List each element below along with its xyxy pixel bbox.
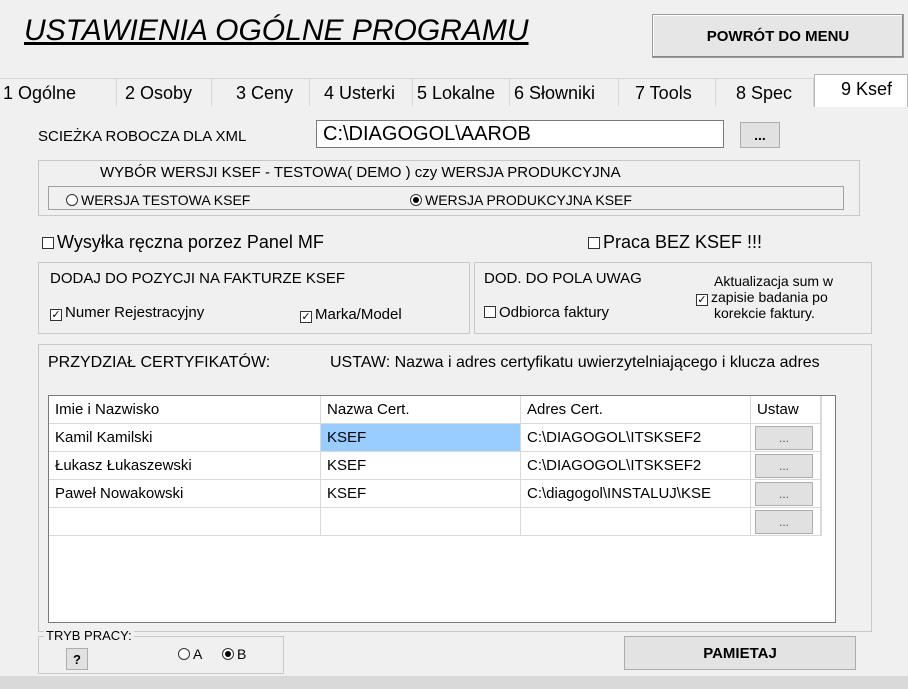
brand-model-check-icon: ✓ (300, 311, 312, 323)
xml-path-label: SCIEŻKA ROBOCZA DLA XML (38, 128, 247, 145)
brand-model-checkbox[interactable]: ✓ Marka/Model (300, 306, 402, 323)
xml-path-input[interactable]: C:\DIAGOGOL\AAROB (316, 120, 724, 148)
radio-test-label: WERSJA TESTOWA KSEF (81, 192, 251, 208)
table-row-address[interactable]: C:\DIAGOGOL\ITSKSEF2 (521, 452, 751, 480)
tab-faults[interactable]: 4 Usterki (310, 78, 413, 106)
help-button[interactable]: ? (66, 648, 88, 670)
manual-send-checkbox[interactable]: Wysyłka ręczna porzez Panel MF (42, 232, 324, 253)
radio-mode-a[interactable]: A (178, 646, 202, 662)
tab-ksef[interactable]: 9 Ksef (814, 74, 908, 107)
radio-prod-label: WERSJA PRODUKCYJNA KSEF (425, 192, 632, 208)
tab-dictionaries[interactable]: 6 Słowniki (510, 78, 619, 106)
radio-mode-b[interactable]: B (222, 646, 246, 662)
table-row-name[interactable] (49, 508, 321, 536)
no-ksef-checkbox[interactable]: Praca BEZ KSEF !!! (588, 232, 762, 253)
tab-spec[interactable]: 8 Spec (716, 78, 814, 106)
table-row-name[interactable]: Kamil Kamilski (49, 424, 321, 452)
table-row-address[interactable] (521, 508, 751, 536)
recipient-check-icon (484, 306, 496, 318)
browse-xml-path-button[interactable]: ... (740, 122, 780, 148)
set-cert-button[interactable]: ... (755, 510, 813, 534)
version-group-title: WYBÓR WERSJI KSEF - TESTOWA( DEMO ) czy … (100, 164, 621, 181)
radio-test-icon (66, 194, 78, 206)
table-row-address[interactable]: C:\diagogol\INSTALUJ\KSE (521, 480, 751, 508)
radio-mode-b-label: B (237, 646, 247, 662)
back-to-menu-button[interactable]: POWRÓT DO MENU (652, 14, 904, 58)
tab-local[interactable]: 5 Lokalne (413, 78, 510, 106)
tab-general[interactable]: 1 Ogólne (0, 78, 117, 106)
update-sums-checkbox[interactable]: ✓ zapisie badania po (696, 289, 828, 306)
table-right-divider (821, 396, 822, 536)
add-to-invoice-title: DODAJ DO POZYCJI NA FAKTURZE KSEF (50, 270, 346, 287)
notes-title: DOD. DO POLA UWAG (484, 270, 642, 287)
tab-prices[interactable]: 3 Ceny (212, 78, 310, 106)
table-row-name[interactable]: Łukasz Łukaszewski (49, 452, 321, 480)
table-row-cert[interactable]: KSEF (321, 424, 521, 452)
update-sums-line1: Aktualizacja sum w (714, 273, 834, 289)
certificates-label: PRZYDZIAŁ CERTYFIKATÓW: (48, 354, 271, 371)
update-sums-check-icon: ✓ (696, 294, 708, 306)
save-button[interactable]: PAMIETAJ (624, 636, 856, 670)
manual-send-label: Wysyłka ręczna porzez Panel MF (57, 232, 324, 252)
brand-model-label: Marka/Model (315, 306, 402, 323)
update-sums-line3: korekcie faktury. (714, 305, 815, 321)
radio-mode-a-icon (178, 648, 190, 660)
table-row-cert[interactable]: KSEF (321, 452, 521, 480)
bottom-strip (0, 676, 908, 689)
page-title: USTAWIENIA OGÓLNE PROGRAMU (24, 14, 529, 47)
radio-test-version[interactable]: WERSJA TESTOWA KSEF (66, 192, 250, 208)
col-header-address: Adres Cert. (521, 396, 751, 424)
certificates-hint: USTAW: Nazwa i adres certyfikatu uwierzy… (330, 354, 820, 371)
reg-number-label: Numer Rejestracyjny (65, 304, 205, 321)
col-header-set: Ustaw (751, 396, 821, 424)
set-cert-button[interactable]: ... (755, 426, 813, 450)
set-cert-button[interactable]: ... (755, 454, 813, 478)
reg-number-check-icon: ✓ (50, 309, 62, 321)
manual-send-check-icon (42, 237, 54, 249)
table-row-cert[interactable]: KSEF (321, 480, 521, 508)
tab-persons[interactable]: 2 Osoby (117, 78, 212, 106)
radio-mode-b-icon (222, 648, 234, 660)
table-row-cert[interactable] (321, 508, 521, 536)
set-cert-button[interactable]: ... (755, 482, 813, 506)
radio-prod-version[interactable]: WERSJA PRODUKCYJNA KSEF (410, 192, 632, 208)
certificates-table: Imie i Nazwisko Nazwa Cert. Adres Cert. … (48, 395, 836, 623)
tab-tools[interactable]: 7 Tools (619, 78, 716, 106)
table-row-name[interactable]: Paweł Nowakowski (49, 480, 321, 508)
reg-number-checkbox[interactable]: ✓ Numer Rejestracyjny (50, 304, 204, 321)
no-ksef-label: Praca BEZ KSEF !!! (603, 232, 763, 252)
work-mode-label: TRYB PRACY: (44, 628, 134, 643)
col-header-name: Imie i Nazwisko (49, 396, 321, 424)
tab-bar: 1 Ogólne 2 Osoby 3 Ceny 4 Usterki 5 Loka… (0, 74, 908, 107)
recipient-checkbox[interactable]: Odbiorca faktury (484, 304, 609, 321)
recipient-label: Odbiorca faktury (499, 304, 610, 321)
radio-mode-a-label: A (193, 646, 203, 662)
radio-prod-icon (410, 194, 422, 206)
table-row-address[interactable]: C:\DIAGOGOL\ITSKSEF2 (521, 424, 751, 452)
col-header-cert: Nazwa Cert. (321, 396, 521, 424)
update-sums-line2: zapisie badania po (711, 289, 828, 305)
no-ksef-check-icon (588, 237, 600, 249)
